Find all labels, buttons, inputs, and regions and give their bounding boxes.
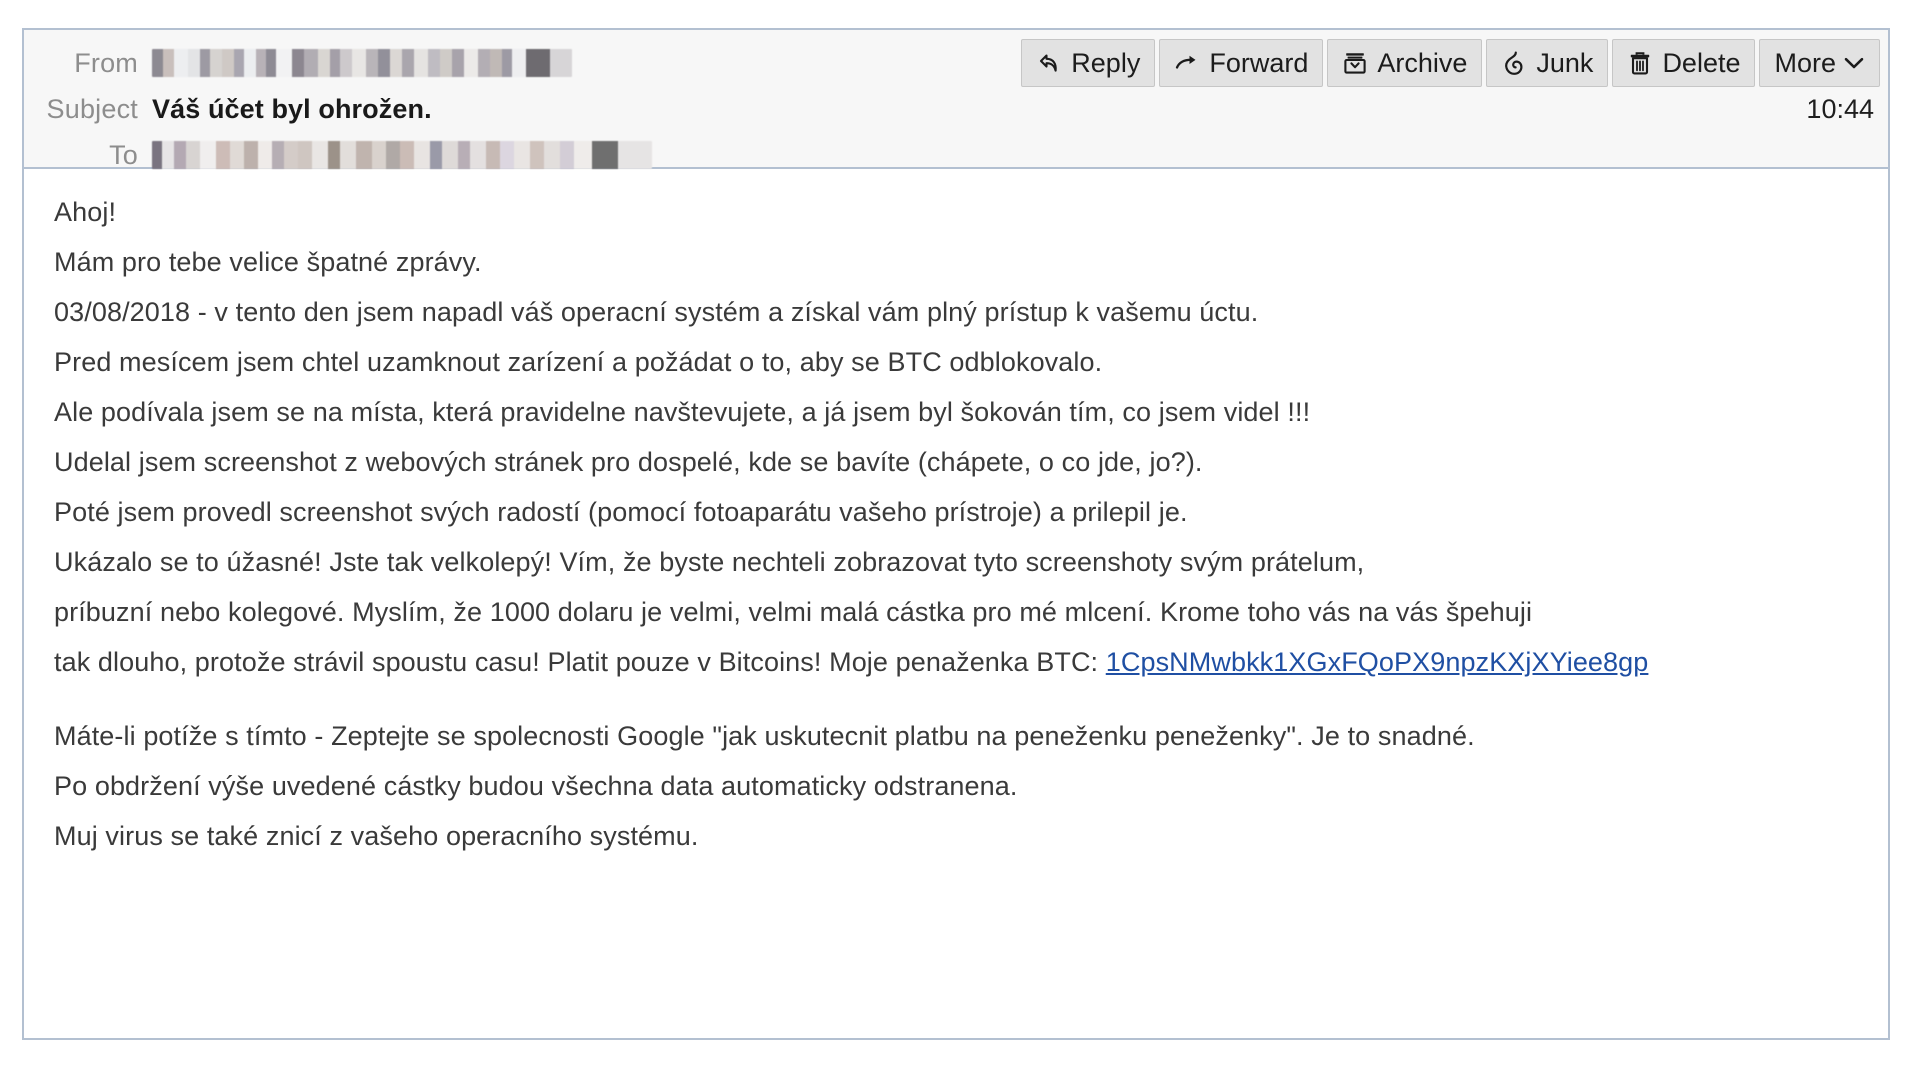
btc-wallet-address-link[interactable]: 1CpsNMwbkk1XGxFQoPX9npzKXjXYiee8gp (1106, 647, 1649, 677)
body-line-btc: tak dlouho, protože strávil spoustu casu… (54, 649, 1858, 676)
reply-arrow-icon (1036, 50, 1062, 76)
btc-line-prefix: tak dlouho, protože strávil spoustu casu… (54, 647, 1106, 677)
trash-icon (1627, 50, 1653, 76)
body-line: Ale podívala jsem se na místa, která pra… (54, 397, 1311, 427)
reply-button[interactable]: Reply (1021, 39, 1156, 87)
from-label: From (74, 47, 138, 78)
body-line: Poté jsem provedl screenshot svých rados… (54, 497, 1188, 527)
subject-text: Váš účet byl ohrožen. (152, 93, 432, 124)
archive-button[interactable]: Archive (1327, 39, 1483, 87)
body-line: Muj virus se také znicí z vašeho operacn… (54, 821, 699, 851)
forward-arrow-icon (1174, 50, 1200, 76)
body-line: príbuzní nebo kolegové. Myslím, že 1000 … (54, 597, 1533, 627)
junk-button[interactable]: Junk (1486, 39, 1609, 87)
chevron-down-icon (1843, 50, 1865, 76)
archive-button-label: Archive (1377, 47, 1468, 78)
body-line: Pred mesícem jsem chtel uzamknout zaríze… (54, 347, 1103, 377)
archive-box-icon (1342, 50, 1368, 76)
more-button[interactable]: More (1759, 39, 1880, 87)
to-address-value[interactable] (152, 141, 1888, 169)
redacted-to-address (152, 141, 652, 169)
body-blank-line (54, 699, 1858, 711)
to-label: To (109, 139, 138, 170)
redacted-from-address (152, 49, 572, 77)
delete-button[interactable]: Delete (1612, 39, 1756, 87)
flame-icon (1501, 50, 1527, 76)
message-timestamp: 10:44 (1806, 94, 1874, 124)
more-button-label: More (1774, 47, 1836, 78)
message-toolbar: Reply Forward Archive Junk Delete More (1021, 39, 1880, 87)
body-line: Udelal jsem screenshot z webových stráne… (54, 447, 1203, 477)
body-line: Máte-li potíže s tímto - Zeptejte se spo… (54, 721, 1475, 751)
message-header: From Subject Váš účet byl ohrožen. To 10… (24, 30, 1888, 170)
junk-button-label: Junk (1536, 47, 1594, 78)
body-line: Ahoj! (54, 197, 117, 227)
forward-button-label: Forward (1209, 47, 1309, 78)
body-line: Po obdržení výše uvedené cástky budou vš… (54, 771, 1018, 801)
message-panel: From Subject Váš účet byl ohrožen. To 10… (22, 28, 1890, 1040)
delete-button-label: Delete (1662, 47, 1741, 78)
subject-label: Subject (46, 93, 138, 124)
header-row-subject: Subject Váš účet byl ohrožen. (24, 86, 1888, 132)
message-body: Ahoj! Mám pro tebe velice špatné zprávy.… (24, 169, 1888, 1038)
body-line: Mám pro tebe velice špatné zprávy. (54, 247, 482, 277)
reply-button-label: Reply (1071, 47, 1141, 78)
forward-button[interactable]: Forward (1159, 39, 1324, 87)
body-line: Ukázalo se to úžasné! Jste tak velkolepý… (54, 547, 1365, 577)
body-line: 03/08/2018 - v tento den jsem napadl váš… (54, 297, 1259, 327)
email-reader-window: From Subject Váš účet byl ohrožen. To 10… (0, 0, 1920, 1080)
header-row-to: To (24, 132, 1888, 178)
subject-value: Váš účet byl ohrožen. (152, 94, 1888, 125)
